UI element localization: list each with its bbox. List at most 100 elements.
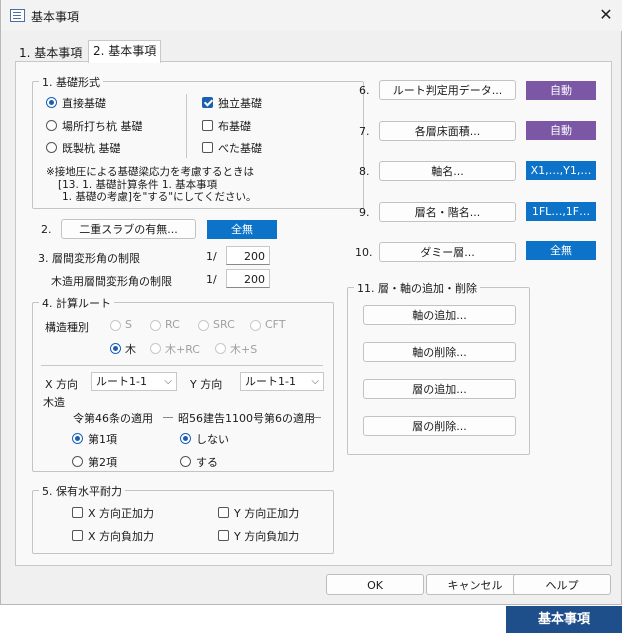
- window-title: 基本事項: [31, 10, 80, 24]
- story-drift-prefix: 1/: [206, 250, 217, 263]
- title-bar: 基本事項 ✕: [1, 0, 622, 31]
- delete-story-button[interactable]: 層の削除...: [363, 416, 516, 436]
- calc-route-group: 4. 計算ルート 構造種別 S RC SRC CFT 木 木+RC 木+S X …: [32, 295, 334, 472]
- ok-button[interactable]: OK: [326, 574, 424, 595]
- article-dash: [163, 417, 173, 418]
- label-struct-s: S: [125, 318, 132, 331]
- tab-basic-2[interactable]: 2. 基本事項: [88, 40, 162, 63]
- check-x-negative[interactable]: [72, 530, 83, 541]
- check-y-positive[interactable]: [218, 507, 229, 518]
- story-drift-label: 3. 層間変形角の制限: [38, 252, 140, 265]
- foundation-legend: 1. 基礎形式: [39, 74, 103, 90]
- foundation-group: 1. 基礎形式 直接基礎 場所打ち杭 基礎 既製杭 基礎 独立基礎 布基礎 べた…: [32, 74, 364, 209]
- label-y-positive: Y 方向正加力: [234, 507, 300, 520]
- label-struct-wood-s: 木+S: [230, 343, 258, 356]
- wood-section-title: 木造: [43, 396, 65, 409]
- label-struct-wood-rc: 木+RC: [165, 343, 200, 356]
- calc-route-divider: [41, 365, 323, 366]
- double-slab-button[interactable]: 二重スラブの有無...: [61, 219, 196, 239]
- label-mat-foundation: べた基礎: [218, 142, 262, 155]
- radio-struct-rc[interactable]: [150, 320, 161, 331]
- axis-edit-group: 11. 層・軸の追加・削除 軸の追加... 軸の削除... 層の追加... 層の…: [347, 280, 530, 455]
- radio-precast-pile[interactable]: [46, 142, 57, 153]
- chevron-down-icon: ⌵: [311, 376, 319, 387]
- radio-art46-clause2[interactable]: [72, 456, 83, 467]
- label-x-negative: X 方向負加力: [88, 530, 155, 543]
- story-drift-input[interactable]: 200: [226, 246, 270, 265]
- x-route-select[interactable]: ルート1-1 ⌵: [91, 372, 177, 391]
- dummy-story-badge: 全無: [526, 241, 596, 260]
- radio-struct-wood-rc[interactable]: [150, 343, 161, 354]
- check-strip-foundation[interactable]: [202, 120, 213, 131]
- radio-struct-s[interactable]: [110, 320, 121, 331]
- close-icon[interactable]: ✕: [597, 6, 615, 24]
- axis-name-num: 8.: [359, 165, 370, 178]
- label-notice56-yes: する: [196, 456, 218, 469]
- story-name-badge: 1FL…,1F…: [526, 202, 596, 221]
- foundation-note-3: 1. 基礎の考慮]を"する"にしてください。: [62, 191, 257, 203]
- check-y-negative[interactable]: [218, 530, 229, 541]
- label-independent-foundation: 独立基礎: [218, 97, 262, 110]
- label-notice56-no: しない: [196, 433, 229, 446]
- add-axis-button[interactable]: 軸の追加...: [363, 305, 516, 325]
- wood-drift-input[interactable]: 200: [226, 269, 270, 288]
- y-route-value: ルート1-1: [245, 375, 296, 388]
- route-data-button[interactable]: ルート判定用データ...: [379, 80, 516, 100]
- check-independent-foundation[interactable]: [202, 97, 213, 108]
- radio-struct-wood-s[interactable]: [215, 343, 226, 354]
- label-y-negative: Y 方向負加力: [234, 530, 300, 543]
- y-direction-label: Y 方向: [190, 378, 223, 391]
- struct-type-label: 構造種別: [45, 321, 89, 334]
- radio-struct-src[interactable]: [198, 320, 209, 331]
- label-precast-pile: 既製杭 基礎: [62, 142, 121, 155]
- tab-panel: 1. 基礎形式 直接基礎 場所打ち杭 基礎 既製杭 基礎 独立基礎 布基礎 べた…: [15, 61, 612, 566]
- x-direction-label: X 方向: [45, 378, 79, 391]
- label-struct-src: SRC: [213, 318, 235, 331]
- notice-dash: [311, 417, 321, 418]
- dialog: 基本事項 ✕ 1. 基本事項 2. 基本事項 1. 基礎形式 直接基礎 場所打ち…: [0, 0, 622, 605]
- check-x-positive[interactable]: [72, 507, 83, 518]
- label-struct-wood: 木: [125, 343, 136, 356]
- wood-drift-label: 木造用層間変形角の制限: [51, 275, 172, 288]
- radio-struct-cft[interactable]: [250, 320, 261, 331]
- label-direct-foundation: 直接基礎: [62, 97, 106, 110]
- label-art46-clause2: 第2項: [88, 456, 117, 469]
- help-button[interactable]: ヘルプ: [513, 574, 611, 595]
- chevron-down-icon: ⌵: [164, 376, 172, 387]
- dummy-story-num: 10.: [355, 246, 373, 259]
- radio-art46-clause1[interactable]: [72, 433, 83, 444]
- tab-basic-1[interactable]: 1. 基本事項: [15, 43, 86, 63]
- article46-label: 令第46条の適用: [73, 412, 153, 425]
- label-struct-cft: CFT: [265, 318, 286, 331]
- floor-area-button[interactable]: 各層床面積...: [379, 121, 516, 141]
- double-slab-num: 2.: [41, 223, 52, 236]
- floor-area-badge: 自動: [526, 121, 596, 140]
- double-slab-badge: 全無: [207, 220, 277, 239]
- radio-cast-pile[interactable]: [46, 120, 57, 131]
- label-cast-pile: 場所打ち杭 基礎: [62, 120, 143, 133]
- y-route-select[interactable]: ルート1-1 ⌵: [240, 372, 324, 391]
- add-story-button[interactable]: 層の追加...: [363, 379, 516, 399]
- retained-strength-legend: 5. 保有水平耐力: [39, 483, 125, 499]
- foundation-divider: [186, 94, 187, 158]
- radio-notice56-yes[interactable]: [180, 456, 191, 467]
- x-route-value: ルート1-1: [96, 375, 147, 388]
- cancel-button[interactable]: キャンセル: [426, 574, 524, 595]
- calc-route-legend: 4. 計算ルート: [39, 295, 114, 311]
- radio-direct-foundation[interactable]: [46, 97, 57, 108]
- story-name-button[interactable]: 層名・階名...: [379, 202, 516, 222]
- delete-axis-button[interactable]: 軸の削除...: [363, 342, 516, 362]
- retained-strength-group: 5. 保有水平耐力 X 方向正加力 Y 方向正加力 X 方向負加力 Y 方向負加…: [32, 483, 334, 554]
- label-struct-rc: RC: [165, 318, 180, 331]
- axis-edit-legend: 11. 層・軸の追加・削除: [354, 280, 480, 296]
- brand-caption: 基本事項: [506, 606, 622, 633]
- radio-struct-wood[interactable]: [110, 343, 121, 354]
- axis-name-button[interactable]: 軸名...: [379, 161, 516, 181]
- check-mat-foundation[interactable]: [202, 142, 213, 153]
- story-name-num: 9.: [359, 206, 370, 219]
- dummy-story-button[interactable]: ダミー層...: [379, 242, 516, 262]
- notice56-label: 昭56建告1100号第6の適用: [178, 412, 315, 425]
- radio-notice56-no[interactable]: [180, 433, 191, 444]
- label-art46-clause1: 第1項: [88, 433, 117, 446]
- axis-name-badge: X1,…,Y1,…: [526, 161, 596, 180]
